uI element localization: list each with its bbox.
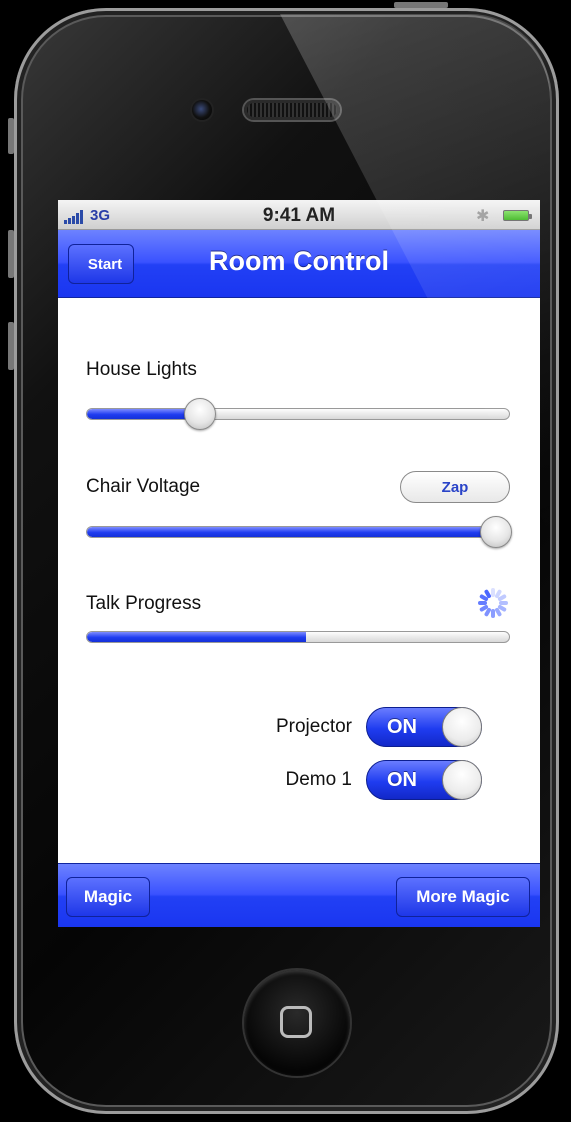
earpiece-speaker: [244, 100, 340, 120]
screen: 3G 9:41 AM ✱ Start Room Control House Li…: [58, 200, 540, 927]
control-panel: House Lights Chair Voltage Zap Talk Prog…: [58, 298, 540, 863]
more-magic-button[interactable]: More Magic: [396, 877, 530, 917]
ring-switch: [8, 118, 14, 154]
volume-down-button: [8, 322, 14, 370]
chair-voltage-label: Chair Voltage: [86, 476, 201, 497]
spinner-spoke: [478, 601, 487, 605]
chair-voltage-slider-track[interactable]: [86, 526, 510, 538]
home-button[interactable]: [244, 970, 350, 1076]
demo-1-switch-knob: [442, 760, 482, 800]
battery-icon: [503, 210, 532, 221]
status-time: 9:41 AM: [262, 205, 336, 226]
magic-button[interactable]: Magic: [66, 877, 150, 917]
demo-1-switch-state: ON: [387, 769, 417, 791]
chair-voltage-slider-thumb[interactable]: [480, 516, 512, 548]
phone-frame: 3G 9:41 AM ✱ Start Room Control House Li…: [0, 0, 571, 1122]
talk-progress-bar: [86, 631, 510, 643]
projector-switch-knob: [442, 707, 482, 747]
front-camera-icon: [192, 100, 212, 120]
navigation-bar: Start Room Control: [58, 230, 540, 298]
home-square-icon: [280, 1006, 312, 1038]
bluetooth-icon: ✱: [476, 208, 490, 225]
spinner-spoke: [491, 609, 495, 618]
demo-1-switch[interactable]: ON: [366, 760, 482, 800]
projector-label: Projector: [275, 716, 352, 737]
volume-up-button: [8, 230, 14, 278]
talk-progress-fill: [87, 632, 307, 642]
sleep-button: [394, 2, 448, 8]
back-button-label: Start: [87, 255, 123, 273]
projector-switch[interactable]: ON: [366, 707, 482, 747]
house-lights-label: House Lights: [86, 359, 197, 380]
bottom-toolbar: Magic More Magic: [58, 863, 540, 927]
house-lights-slider-thumb[interactable]: [184, 398, 217, 430]
activity-spinner-icon: [478, 588, 508, 618]
page-title: Room Control: [209, 246, 389, 276]
talk-progress-label: Talk Progress: [86, 593, 202, 614]
status-bar: 3G 9:41 AM ✱: [58, 200, 540, 230]
demo-1-label: Demo 1: [285, 769, 352, 790]
zap-button[interactable]: Zap: [400, 471, 510, 503]
projector-switch-state: ON: [387, 716, 417, 738]
house-lights-slider-track[interactable]: [86, 408, 510, 420]
chair-voltage-slider-fill: [87, 527, 509, 537]
